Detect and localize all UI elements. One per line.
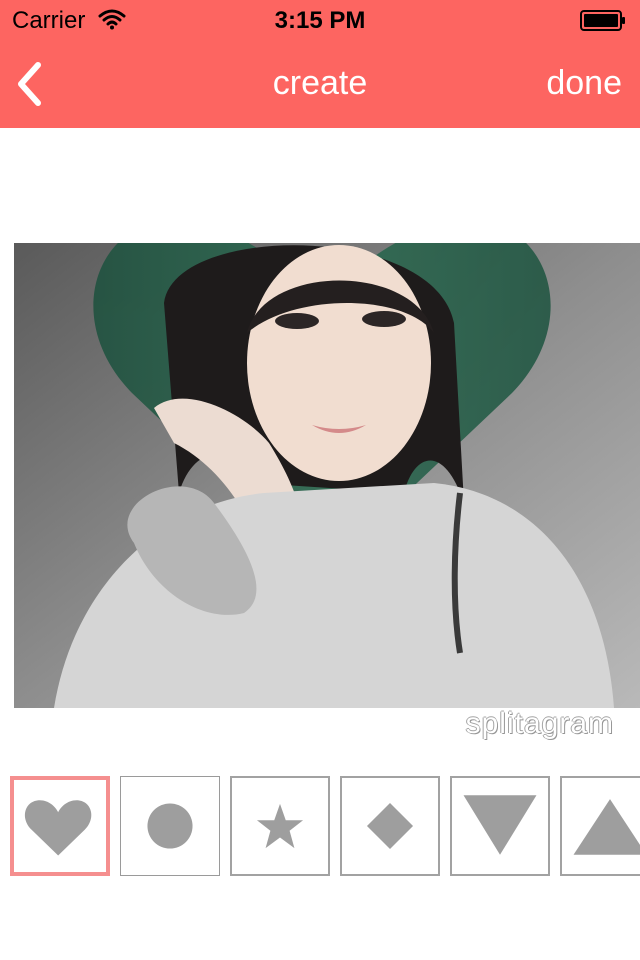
triangle-up-icon [573, 799, 640, 855]
triangle-down-icon [463, 795, 537, 855]
shape-picker [0, 776, 640, 880]
shape-triangle-down-button[interactable] [450, 776, 550, 876]
clock: 3:15 PM [274, 7, 366, 34]
shape-heart-button[interactable] [10, 776, 110, 876]
star-icon [256, 803, 304, 849]
diamond-icon [366, 802, 414, 850]
shape-circle-button[interactable] [120, 776, 220, 876]
heart-icon [24, 800, 92, 856]
nav-bar: create done [0, 40, 640, 128]
page-title: create [272, 64, 368, 102]
battery-full-icon [580, 10, 625, 31]
circle-icon [147, 803, 193, 849]
status-bar: Carrier 3:15 PM [0, 0, 640, 40]
done-button[interactable]: done [546, 64, 622, 103]
shape-triangle-up-button[interactable] [560, 776, 640, 876]
photo-canvas[interactable] [14, 243, 640, 708]
shape-star-button[interactable] [230, 776, 330, 876]
portrait-photo [14, 243, 640, 708]
shape-diamond-button[interactable] [340, 776, 440, 876]
header: Carrier 3:15 PM create done [0, 0, 640, 128]
watermark-text: splitagram [465, 707, 614, 740]
